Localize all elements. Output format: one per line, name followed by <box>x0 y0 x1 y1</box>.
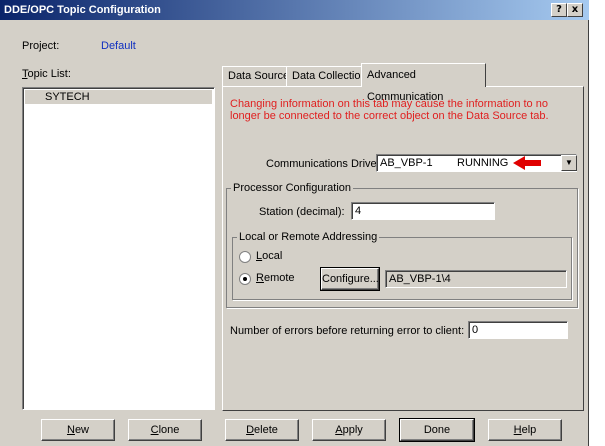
topic-list-item[interactable]: SYTECH <box>25 90 212 104</box>
window-title: DDE/OPC Topic Configuration <box>4 4 161 16</box>
driver-label: Communications Driver: <box>266 158 384 170</box>
processor-config-legend: Processor Configuration <box>231 182 354 194</box>
advanced-communication-panel: Changing information on this tab may cau… <box>222 86 584 411</box>
topic-list[interactable]: SYTECH <box>22 87 215 410</box>
red-arrow-icon <box>513 156 541 170</box>
remote-path-field: AB_VBP-1\4 <box>385 270 567 288</box>
clone-button[interactable]: Clone <box>128 419 202 441</box>
errors-input[interactable]: 0 <box>468 321 568 339</box>
topic-list-label: Topic List: <box>22 68 71 80</box>
title-bar: DDE/OPC Topic Configuration ? x <box>0 0 589 20</box>
project-label: Project: <box>22 40 60 52</box>
tab-advanced-communication[interactable]: Advanced Communication <box>361 63 486 103</box>
local-radio[interactable] <box>239 251 251 263</box>
apply-button[interactable]: Apply <box>312 419 386 441</box>
addressing-legend: Local or Remote Addressing <box>237 231 380 243</box>
station-label: Station (decimal): <box>259 206 345 218</box>
tab-data-source[interactable]: Data Source <box>222 66 296 86</box>
remote-label: Remote <box>256 272 295 284</box>
delete-button[interactable]: Delete <box>225 419 299 441</box>
chevron-down-icon[interactable]: ▼ <box>561 155 577 171</box>
close-icon[interactable]: x <box>567 3 583 17</box>
project-value: Default <box>101 40 136 52</box>
help-button[interactable]: Help <box>488 419 562 441</box>
addressing-group <box>232 237 572 300</box>
help-icon[interactable]: ? <box>551 3 567 17</box>
topic-config-window: DDE/OPC Topic Configuration ? x Project:… <box>0 0 589 446</box>
configure-button[interactable]: Configure... <box>320 267 380 291</box>
remote-radio[interactable] <box>239 273 251 285</box>
new-button[interactable]: New <box>41 419 115 441</box>
tab-data-collection[interactable]: Data Collection <box>286 66 373 86</box>
driver-select[interactable]: AB_VBP-1 RUNNING <box>376 154 577 172</box>
done-button[interactable]: Done <box>399 418 475 442</box>
station-input[interactable]: 4 <box>351 202 495 220</box>
local-label: Local <box>256 250 283 262</box>
errors-label: Number of errors before returning error … <box>230 325 465 337</box>
